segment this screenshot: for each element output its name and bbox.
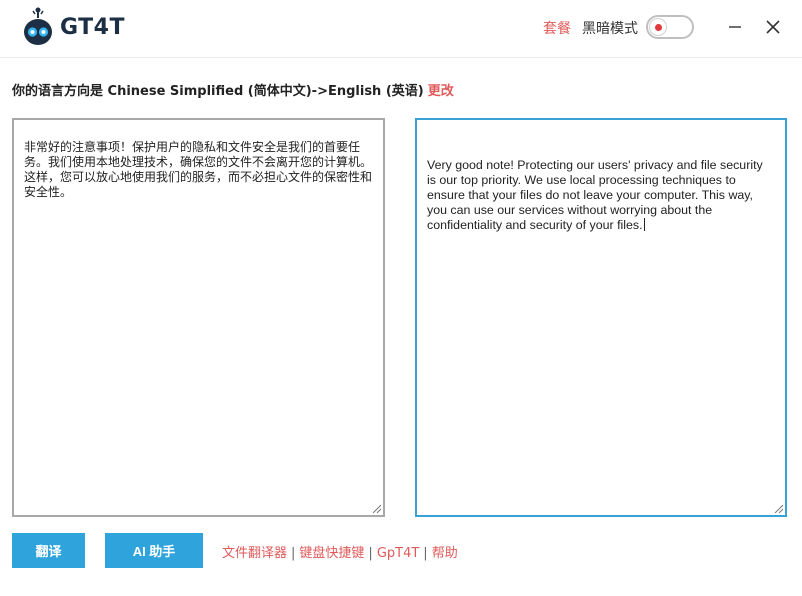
app-name: GT4T [60,14,125,40]
minimize-button[interactable] [722,14,748,40]
gpt4t-link[interactable]: GpT4T [377,546,419,561]
title-bar: GT4T 套餐 黑暗模式 [0,0,802,58]
robot-logo-icon [24,7,52,45]
dark-mode-label: 黑暗模式 [582,21,638,37]
link-separator: | [368,546,373,561]
footer-links: 文件翻译器 | 键盘快捷键 | GpT4T | 帮助 [222,542,458,561]
toggle-indicator-dot [654,23,662,31]
keyboard-shortcuts-link[interactable]: 键盘快捷键 [299,546,364,561]
translate-button[interactable]: 翻译 [12,533,85,568]
translation-text: Very good note! Protecting our users' pr… [427,158,763,232]
language-direction: 你的语言方向是 Chinese Simplified (简体中文)->Engli… [12,80,454,99]
link-separator: | [291,546,296,561]
resize-handle-icon[interactable] [371,503,381,513]
language-direction-text: 你的语言方向是 Chinese Simplified (简体中文)->Engli… [12,84,424,99]
source-text-area[interactable]: 非常好的注意事项！保护用户的隐私和文件安全是我们的首要任务。我们使用本地处理技术… [12,118,385,517]
close-icon [766,20,780,34]
change-direction-link[interactable]: 更改 [428,84,454,99]
file-translator-link[interactable]: 文件翻译器 [222,546,287,561]
minimize-icon [729,26,741,28]
plan-link[interactable]: 套餐 [543,18,571,38]
link-separator: | [423,546,428,561]
translation-text-wrap: Very good note! Protecting our users' pr… [427,158,775,233]
resize-handle-icon[interactable] [773,503,783,513]
dark-mode-toggle[interactable] [646,15,694,39]
translation-text-area[interactable]: Very good note! Protecting our users' pr… [415,118,787,517]
help-link[interactable]: 帮助 [432,546,458,561]
app-logo: GT4T [22,6,125,48]
source-text: 非常好的注意事项！保护用户的隐私和文件安全是我们的首要任务。我们使用本地处理技术… [24,140,373,199]
ai-assistant-button[interactable]: AI 助手 [105,533,203,568]
text-caret [643,218,645,231]
toggle-knob [650,19,666,35]
close-button[interactable] [760,14,786,40]
